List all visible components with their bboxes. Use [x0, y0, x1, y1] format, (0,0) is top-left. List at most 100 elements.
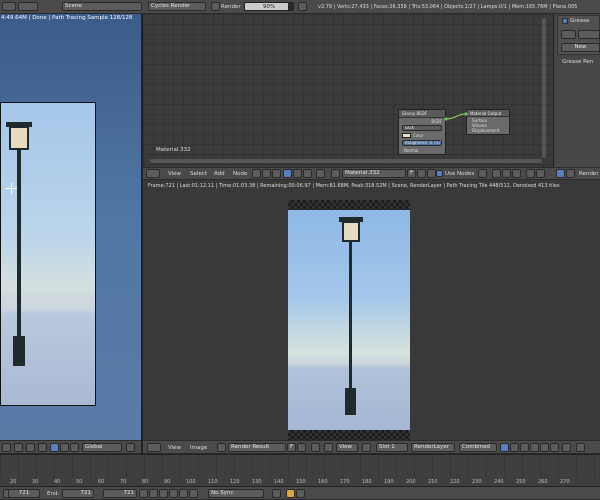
render-progress-text: 90%	[263, 4, 276, 10]
node-menu-add[interactable]: Add	[214, 170, 225, 179]
node-editor-type-icon[interactable]	[146, 169, 160, 178]
timeline-tick-label: 250	[516, 479, 526, 485]
shader-nodes-icon[interactable]	[283, 169, 292, 178]
render-pass-selector[interactable]: Combined	[459, 443, 497, 452]
render-slots-icon[interactable]	[562, 443, 571, 452]
snap-icon[interactable]	[492, 169, 501, 178]
node-editor-vscroll[interactable]	[542, 18, 546, 158]
timeline-tick-label: 170	[340, 479, 350, 485]
translate-icon[interactable]	[50, 443, 59, 452]
editor-type-icon[interactable]	[2, 2, 16, 11]
properties-type-icon[interactable]	[556, 169, 565, 178]
shading-icon[interactable]	[14, 443, 23, 452]
image-browse-icon[interactable]	[217, 443, 226, 452]
channel-z-icon[interactable]	[520, 443, 529, 452]
snap-target-icon[interactable]	[512, 169, 521, 178]
scale-icon[interactable]	[70, 443, 79, 452]
pin-icon[interactable]	[311, 443, 320, 452]
jump-start-icon[interactable]	[139, 489, 148, 498]
image-unlink-icon[interactable]	[297, 443, 306, 452]
pencil-icon[interactable]	[561, 30, 576, 39]
node-menu-select[interactable]: Select	[190, 170, 207, 179]
node-menu-view[interactable]: View	[168, 170, 181, 179]
render-lamp-base	[345, 388, 356, 415]
use-nodes-checkbox[interactable]	[436, 170, 443, 177]
glossy-row-color: Color	[413, 133, 424, 138]
timeline-tick-label: 210	[428, 479, 438, 485]
image-menu-view[interactable]: View	[168, 444, 181, 453]
snap-mode-icon[interactable]	[502, 169, 511, 178]
properties-extra-icon[interactable]	[566, 169, 575, 178]
new-button[interactable]: New	[561, 43, 600, 52]
glossy-row-bsdf: BSDF	[431, 119, 442, 124]
pivot-icon[interactable]	[26, 443, 35, 452]
render-region-icon[interactable]	[576, 443, 585, 452]
prev-key-icon[interactable]	[149, 489, 158, 498]
world-shader-icon[interactable]	[272, 169, 281, 178]
channel-b-icon[interactable]	[550, 443, 559, 452]
render-layer-selector[interactable]: RenderLayer	[411, 443, 455, 452]
current-frame-field[interactable]: 721	[103, 489, 137, 498]
material-name-field[interactable]: Material.332	[342, 169, 406, 178]
timeline-tick-label: 140	[274, 479, 284, 485]
cancel-render-icon[interactable]	[298, 2, 307, 11]
channel-alpha-icon[interactable]	[510, 443, 519, 452]
layout-selector[interactable]	[18, 2, 38, 11]
engine-selector[interactable]: Cycles Render	[148, 2, 206, 11]
grease-pencil-checkbox[interactable]	[562, 18, 568, 24]
sync-mode-selector[interactable]: No Sync	[208, 489, 264, 498]
orientation-selector[interactable]: Global	[82, 443, 122, 452]
glossy-color-swatch[interactable]	[402, 133, 411, 138]
sample-icon[interactable]	[362, 443, 371, 452]
image-mode-icon[interactable]	[324, 443, 333, 452]
image-fake-user[interactable]: F	[287, 443, 296, 452]
timeline-tick-label: 60	[98, 479, 105, 485]
image-editor-type-icon[interactable]	[147, 443, 161, 452]
object-type-icon[interactable]	[316, 169, 325, 178]
render-icon[interactable]	[211, 2, 220, 11]
glossy-distribution[interactable]: GGX	[402, 125, 442, 131]
end-frame-field[interactable]: 721	[62, 489, 94, 498]
auto-keying-icon[interactable]	[272, 489, 281, 498]
scene-selector[interactable]: Scene	[62, 2, 142, 11]
glossy-roughness-field[interactable]: Roughness: 0.717	[402, 140, 442, 146]
timeline-tick-label: 240	[494, 479, 504, 485]
texture-nodes-icon[interactable]	[293, 169, 302, 178]
material-output-node[interactable]: Material Output Surface Volume Displacem…	[466, 109, 510, 135]
glossy-bsdf-node[interactable]: Glossy BSDF BSDF GGX Color Roughness: 0.…	[398, 109, 446, 155]
compositing-nodes-icon[interactable]	[303, 169, 312, 178]
node-menu-node[interactable]: Node	[233, 170, 247, 179]
copy-nodes-icon[interactable]	[526, 169, 535, 178]
next-key-icon[interactable]	[179, 489, 188, 498]
draw-channels-icon[interactable]	[500, 443, 509, 452]
material-unlink-icon[interactable]	[427, 169, 436, 178]
material-fake-user[interactable]: F	[407, 169, 416, 178]
layers-icon[interactable]	[126, 443, 135, 452]
node-editor-hscroll[interactable]	[150, 159, 542, 163]
keying-set-icon[interactable]	[286, 489, 295, 498]
rotate-icon[interactable]	[60, 443, 69, 452]
channel-g-icon[interactable]	[540, 443, 549, 452]
jump-end-icon[interactable]	[189, 489, 198, 498]
material-browse-icon[interactable]	[331, 169, 340, 178]
mode-icon[interactable]	[2, 443, 11, 452]
object-shader-icon[interactable]	[262, 169, 271, 178]
start-frame-field[interactable]: 721	[8, 489, 40, 498]
backdrop-icon[interactable]	[478, 169, 487, 178]
shader-type-icon[interactable]	[252, 169, 261, 178]
render-lamp-pole	[349, 241, 352, 391]
channel-r-icon[interactable]	[530, 443, 539, 452]
scene-data-icon[interactable]	[578, 30, 600, 39]
slot-selector[interactable]: Slot 1	[376, 443, 408, 452]
image-name-field[interactable]: Render Result	[228, 443, 286, 452]
material-new-icon[interactable]	[417, 169, 426, 178]
grease-pencil-label: Grease	[570, 18, 590, 24]
paste-nodes-icon[interactable]	[536, 169, 545, 178]
insert-keyframe-icon[interactable]	[296, 489, 305, 498]
play-reverse-icon[interactable]	[159, 489, 168, 498]
view-selector[interactable]: View	[336, 443, 358, 452]
manipulator-icon[interactable]	[38, 443, 47, 452]
node-editor[interactable]	[143, 14, 553, 167]
play-icon[interactable]	[169, 489, 178, 498]
image-menu-image[interactable]: Image	[190, 444, 207, 453]
